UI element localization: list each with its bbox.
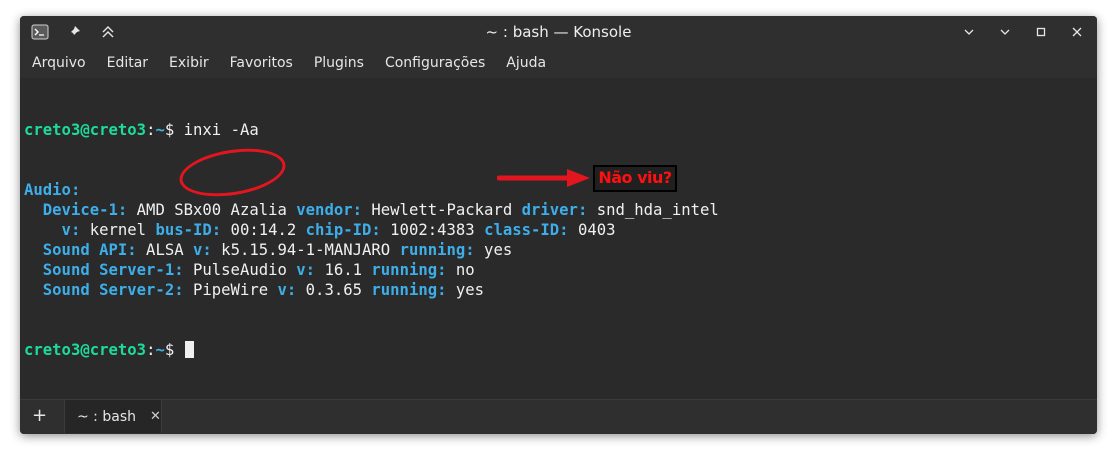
- output-line: Sound Server-2: PipeWire v: 0.3.65 runni…: [24, 280, 1097, 300]
- output-value: PulseAudio: [183, 261, 297, 279]
- close-icon[interactable]: [1065, 21, 1089, 43]
- output-line: Sound Server-1: PulseAudio v: 16.1 runni…: [24, 260, 1097, 280]
- title-bar[interactable]: ~ : bash — Konsole: [20, 16, 1097, 47]
- output-key: Device-1:: [24, 201, 128, 219]
- command-text: inxi -Aa: [174, 121, 259, 139]
- minimize-icon[interactable]: [993, 21, 1017, 43]
- command-line: creto3@creto3:~$ inxi -Aa: [24, 120, 1097, 140]
- output-key: bus-ID:: [155, 221, 222, 239]
- output-line: Sound API: ALSA v: k5.15.94-1-MANJARO ru…: [24, 240, 1097, 260]
- output-value: snd_hda_intel: [587, 201, 719, 219]
- konsole-window: ~ : bash — Konsole Arquivo Editar Exibir…: [20, 16, 1097, 434]
- current-prompt-line: creto3@creto3:~$: [24, 340, 1097, 360]
- maximize-icon[interactable]: [1029, 21, 1053, 43]
- output-value: AMD SBx00 Azalia: [127, 201, 297, 219]
- output-value: ALSA: [136, 241, 194, 259]
- output-key: chip-ID:: [305, 221, 381, 239]
- menu-ajuda[interactable]: Ajuda: [506, 55, 546, 71]
- tab-bar: + ~ : bash ✕: [20, 399, 1097, 434]
- output-value: yes: [474, 241, 513, 259]
- output-value: 0403: [568, 221, 616, 239]
- output-value: 00:14.2: [221, 221, 306, 239]
- terminal-output[interactable]: creto3@creto3:~$ inxi -Aa Audio: Device-…: [20, 78, 1097, 402]
- output-key: v:: [24, 221, 81, 239]
- output-key: running:: [371, 281, 447, 299]
- output-key: v:: [277, 281, 297, 299]
- prompt-user: creto3@creto3: [24, 121, 147, 139]
- chevron-down-icon[interactable]: [957, 21, 981, 43]
- output-value: 1002:4383: [380, 221, 485, 239]
- output-line: v: kernel bus-ID: 00:14.2 chip-ID: 1002:…: [24, 220, 1097, 240]
- prompt-dir: ~: [155, 341, 165, 359]
- tab-bash[interactable]: ~ : bash ✕: [64, 400, 162, 433]
- output-value: kernel: [80, 221, 156, 239]
- text-cursor: [184, 341, 194, 358]
- menu-arquivo[interactable]: Arquivo: [32, 55, 86, 71]
- prompt-user: creto3@creto3: [24, 341, 147, 359]
- output-value: k5.15.94-1-MANJARO: [211, 241, 400, 259]
- output-key: running:: [371, 261, 447, 279]
- menu-editar[interactable]: Editar: [107, 55, 148, 71]
- menu-plugins[interactable]: Plugins: [314, 55, 364, 71]
- window-title: ~ : bash — Konsole: [485, 23, 632, 41]
- tab-close-icon[interactable]: ✕: [150, 409, 161, 424]
- output-key: Sound Server-1:: [24, 261, 184, 279]
- output-key: running:: [399, 241, 475, 259]
- output-value: Hewlett-Packard: [362, 201, 522, 219]
- output-value: yes: [446, 281, 485, 299]
- output-value: 16.1: [315, 261, 372, 279]
- output-key: v:: [296, 261, 316, 279]
- menu-bar: Arquivo Editar Exibir Favoritos Plugins …: [20, 47, 1097, 78]
- output-key: vendor:: [296, 201, 362, 219]
- output-line: Device-1: AMD SBx00 Azalia vendor: Hewle…: [24, 200, 1097, 220]
- output-value: no: [446, 261, 475, 279]
- prompt-symbol: $: [164, 341, 175, 359]
- prompt-dir: ~: [155, 121, 165, 139]
- output-key: class-ID:: [484, 221, 569, 239]
- arrow-icon: [497, 169, 590, 187]
- output-block: Audio: Device-1: AMD SBx00 Azalia vendor…: [24, 180, 1097, 300]
- output-value: 0.3.65: [296, 281, 372, 299]
- output-key: driver:: [521, 201, 588, 219]
- menu-exibir[interactable]: Exibir: [169, 55, 209, 71]
- prompt-symbol: $: [164, 121, 175, 139]
- menu-configuracoes[interactable]: Configurações: [385, 55, 485, 71]
- output-key: Audio:: [24, 181, 81, 199]
- tab-label: ~ : bash: [77, 408, 136, 425]
- new-tab-button[interactable]: +: [32, 405, 47, 426]
- menu-favoritos[interactable]: Favoritos: [230, 55, 293, 71]
- output-key: v:: [193, 241, 212, 259]
- output-key: Sound Server-2:: [24, 281, 184, 299]
- output-value: PipeWire: [183, 281, 278, 299]
- annotation-callout: Não viu?: [593, 165, 677, 192]
- output-key: Sound API:: [24, 241, 137, 259]
